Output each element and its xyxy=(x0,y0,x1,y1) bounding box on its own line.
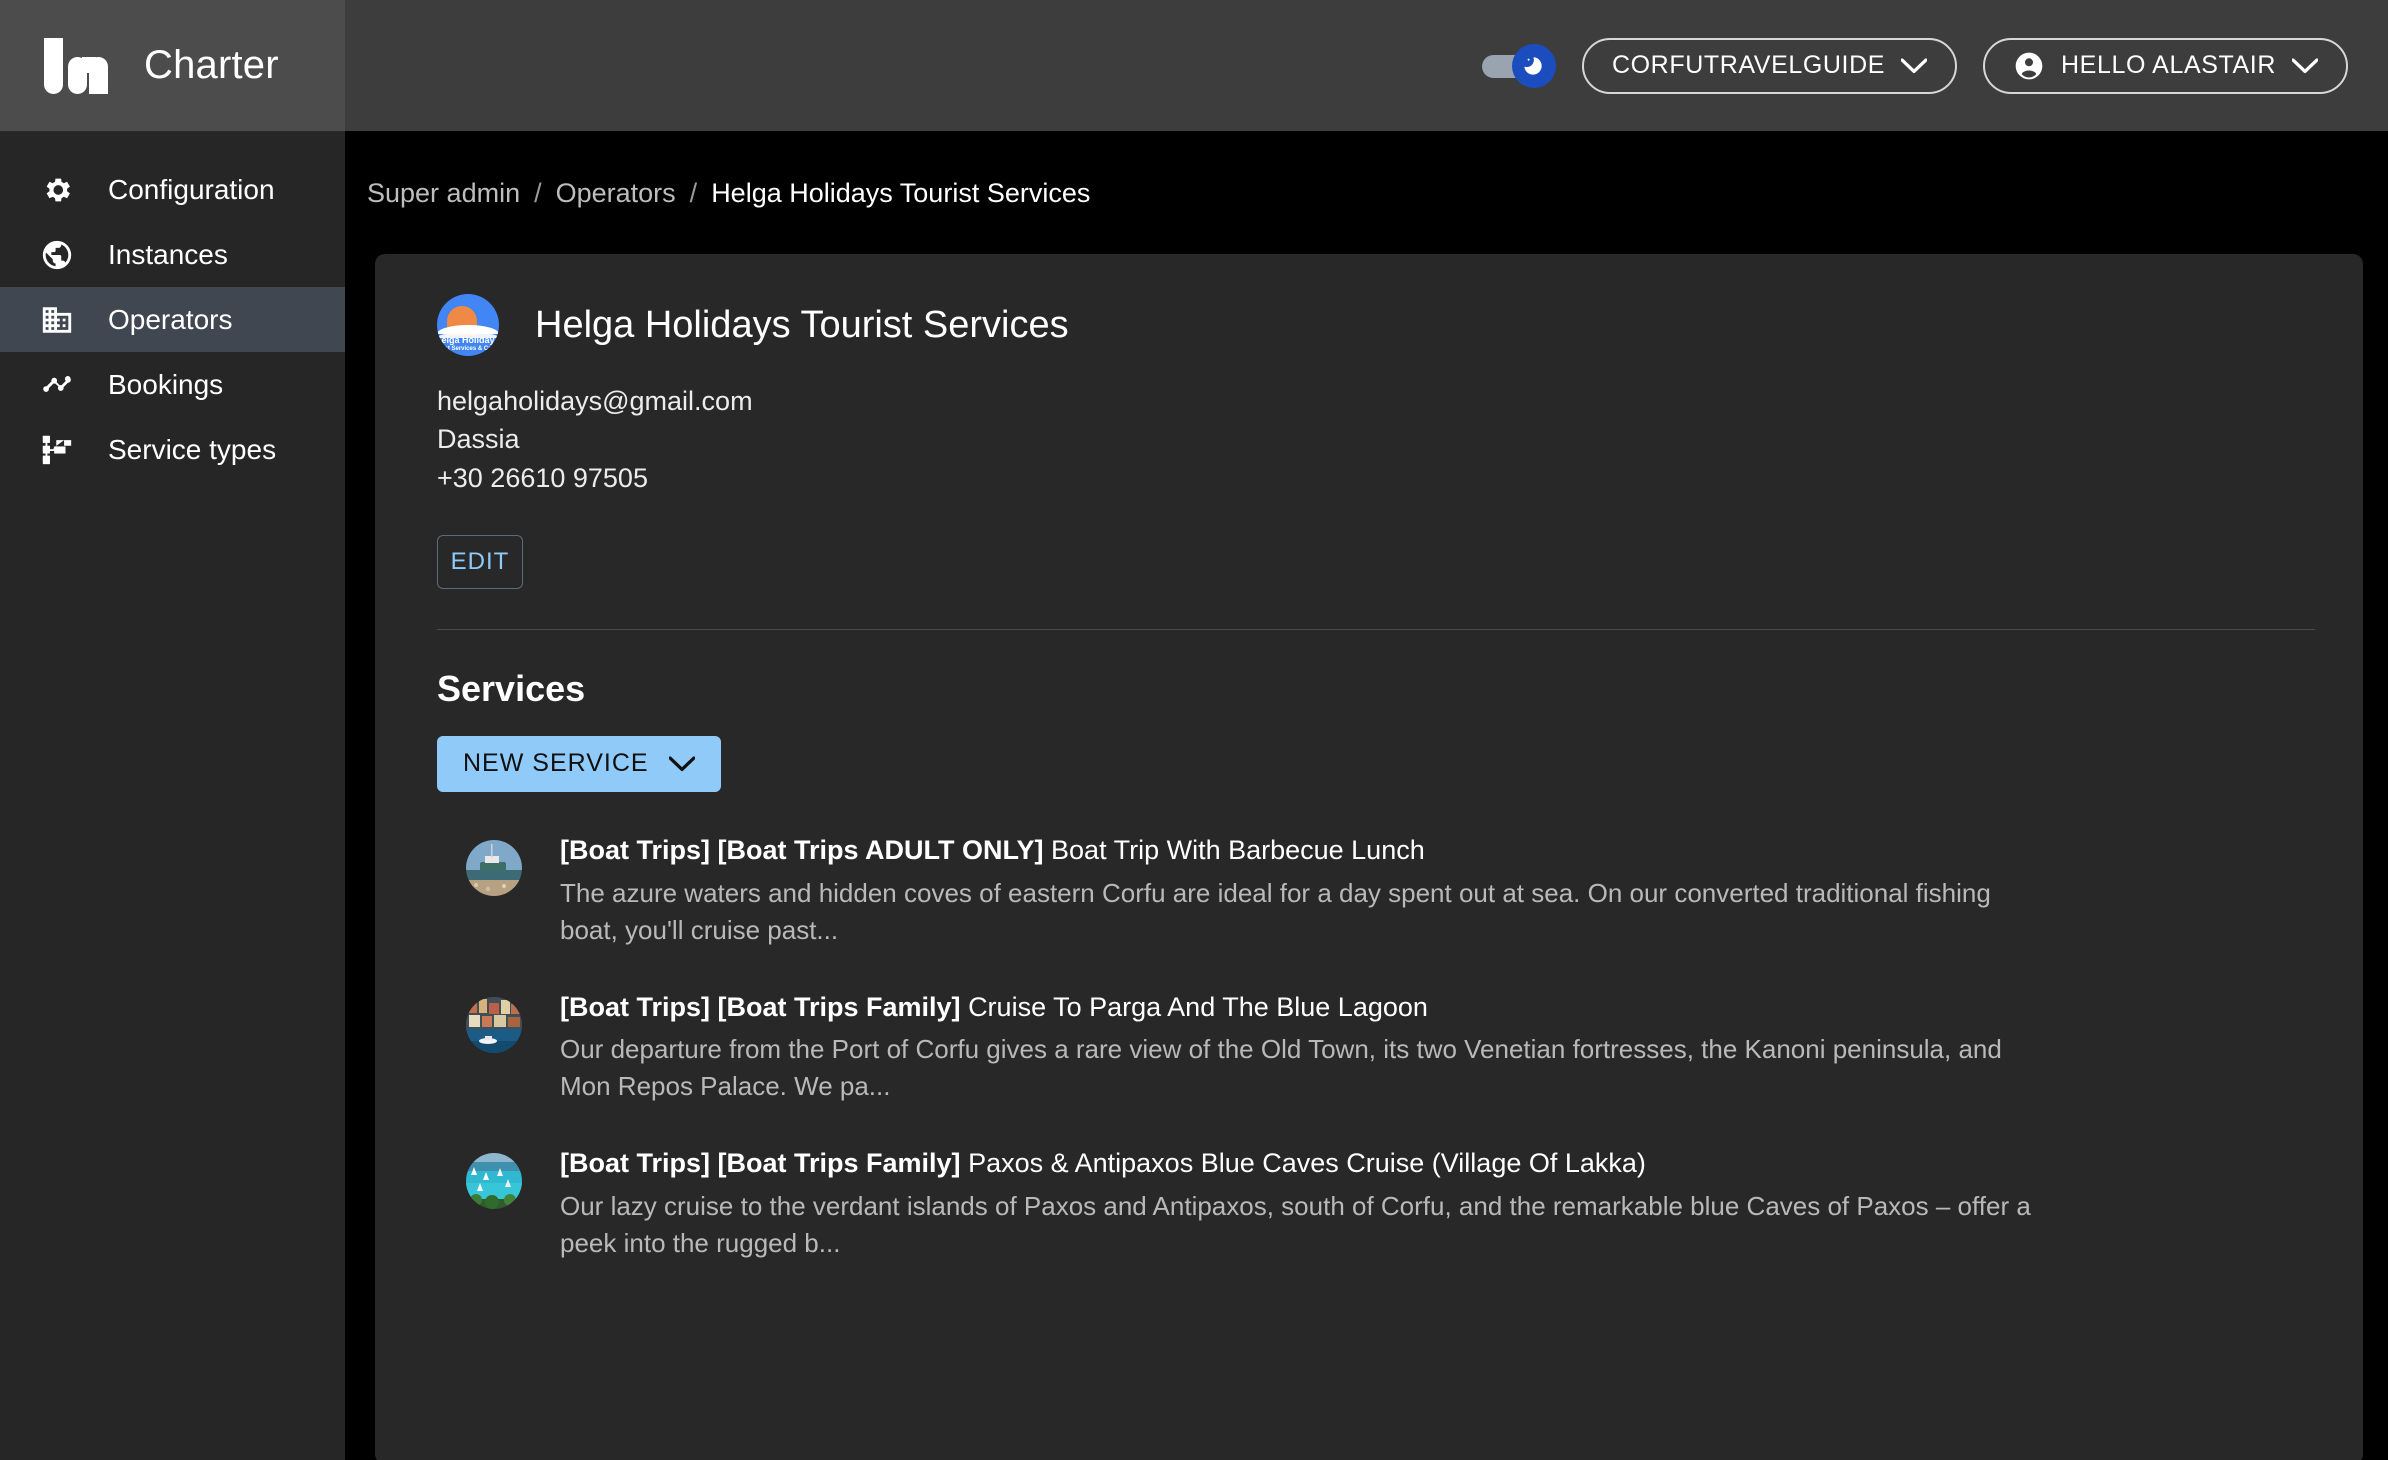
top-bar: Charter CORFUTRAVELGUIDE HELLO ALASTAIR xyxy=(0,0,2388,131)
services-list: [Boat Trips] [Boat Trips ADULT ONLY] Boa… xyxy=(437,834,2315,1262)
service-name: Boat Trip With Barbecue Lunch xyxy=(1051,834,1425,865)
breadcrumb: Super admin / Operators / Helga Holidays… xyxy=(345,131,2388,209)
list-item[interactable]: [Boat Trips] [Boat Trips ADULT ONLY] Boa… xyxy=(437,834,2315,949)
instance-selector-label: CORFUTRAVELGUIDE xyxy=(1611,51,1886,79)
service-tags: [Boat Trips] [Boat Trips ADULT ONLY] xyxy=(560,834,1044,865)
breadcrumb-separator: / xyxy=(534,178,542,208)
operator-phone: +30 26610 97505 xyxy=(437,462,648,493)
instance-selector-button[interactable]: CORFUTRAVELGUIDE xyxy=(1581,37,1958,94)
service-title: [Boat Trips] [Boat Trips Family] Paxos &… xyxy=(560,1147,2040,1181)
breadcrumb-item-super-admin[interactable]: Super admin xyxy=(367,178,520,209)
breadcrumb-item-operators[interactable]: Operators xyxy=(556,178,676,209)
operator-contact-details: helgaholidays@gmail.com Dassia +30 26610… xyxy=(437,382,2315,497)
logo-text-line1: elga Holiday xyxy=(441,335,495,345)
service-name: Cruise To Parga And The Blue Lagoon xyxy=(968,991,1428,1022)
service-tags: [Boat Trips] [Boat Trips Family] xyxy=(560,991,961,1022)
service-description: Our lazy cruise to the verdant islands o… xyxy=(560,1190,2031,1258)
chevron-down-icon xyxy=(668,756,695,772)
sidebar-item-operators[interactable]: Operators xyxy=(0,287,345,352)
chevron-down-icon xyxy=(1901,57,1928,73)
service-title: [Boat Trips] [Boat Trips Family] Cruise … xyxy=(560,991,2040,1025)
moon-icon xyxy=(1524,56,1542,75)
sidebar: Configuration Instances Operators Bookin… xyxy=(0,131,345,1460)
new-service-button[interactable]: NEW SERVICE xyxy=(437,735,721,792)
section-divider xyxy=(437,628,2315,630)
timeline-chart-icon xyxy=(38,366,76,404)
list-item-body: [Boat Trips] [Boat Trips Family] Cruise … xyxy=(560,991,2040,1106)
sidebar-item-instances[interactable]: Instances xyxy=(0,222,345,287)
service-title: [Boat Trips] [Boat Trips ADULT ONLY] Boa… xyxy=(560,834,2040,868)
toggle-knob xyxy=(1511,43,1556,88)
sidebar-item-bookings[interactable]: Bookings xyxy=(0,352,345,417)
theme-toggle[interactable] xyxy=(1481,43,1556,88)
sidebar-item-label: Configuration xyxy=(108,173,275,205)
app-root: Charter CORFUTRAVELGUIDE HELLO ALASTAIR … xyxy=(0,0,2388,1460)
operator-detail-card: elga Holiday st Services & Ca Helga Holi… xyxy=(375,254,2363,1460)
chevron-down-icon xyxy=(2292,57,2318,73)
brand-title: Charter xyxy=(144,43,279,87)
sidebar-item-service-types[interactable]: Service types xyxy=(0,417,345,482)
turquoise-bay-thumbnail-icon xyxy=(466,1153,522,1210)
operator-location: Dassia xyxy=(437,424,520,455)
building-icon xyxy=(38,301,76,339)
main-content: Super admin / Operators / Helga Holidays… xyxy=(345,131,2388,1460)
account-circle-icon xyxy=(2015,52,2043,79)
page-title: Helga Holidays Tourist Services xyxy=(535,303,1069,346)
operator-header: elga Holiday st Services & Ca Helga Holi… xyxy=(437,294,2315,356)
service-tags: [Boat Trips] [Boat Trips Family] xyxy=(560,1148,961,1179)
services-heading: Services xyxy=(437,667,586,709)
new-service-label: NEW SERVICE xyxy=(463,749,649,778)
helga-holidays-logo-icon: elga Holiday st Services & Ca xyxy=(437,294,499,356)
top-bar-actions: CORFUTRAVELGUIDE HELLO ALASTAIR xyxy=(1481,37,2388,94)
edit-button[interactable]: EDIT xyxy=(437,534,523,589)
list-item[interactable]: [Boat Trips] [Boat Trips Family] Paxos &… xyxy=(437,1147,2315,1262)
charter-bars-logo-icon xyxy=(44,37,114,94)
list-item-body: [Boat Trips] [Boat Trips Family] Paxos &… xyxy=(560,1147,2040,1262)
sidebar-item-label: Operators xyxy=(108,303,233,335)
user-menu-label: HELLO ALASTAIR xyxy=(2061,51,2276,79)
service-description: Our departure from the Port of Corfu giv… xyxy=(560,1034,2002,1102)
sidebar-item-label: Service types xyxy=(108,433,277,465)
account-tree-icon xyxy=(38,431,76,469)
logo-text-line2: st Services & Ca xyxy=(444,346,492,352)
sidebar-item-label: Bookings xyxy=(108,368,224,400)
service-description: The azure waters and hidden coves of eas… xyxy=(560,877,1991,945)
operator-email: helgaholidays@gmail.com xyxy=(437,386,753,416)
globe-icon xyxy=(38,236,76,274)
sidebar-item-label: Instances xyxy=(108,238,228,270)
gear-icon xyxy=(38,171,76,209)
boat-on-beach-thumbnail-icon xyxy=(466,839,522,896)
service-name: Paxos & Antipaxos Blue Caves Cruise (Vil… xyxy=(968,1148,1646,1179)
breadcrumb-item-current: Helga Holidays Tourist Services xyxy=(711,178,1091,208)
brand-area[interactable]: Charter xyxy=(0,0,345,131)
breadcrumb-separator: / xyxy=(689,178,698,208)
user-menu-button[interactable]: HELLO ALASTAIR xyxy=(1983,37,2348,94)
list-item[interactable]: [Boat Trips] [Boat Trips Family] Cruise … xyxy=(437,991,2315,1106)
coastal-town-thumbnail-icon xyxy=(466,996,522,1053)
sidebar-item-configuration[interactable]: Configuration xyxy=(0,157,345,222)
list-item-body: [Boat Trips] [Boat Trips ADULT ONLY] Boa… xyxy=(560,834,2040,949)
